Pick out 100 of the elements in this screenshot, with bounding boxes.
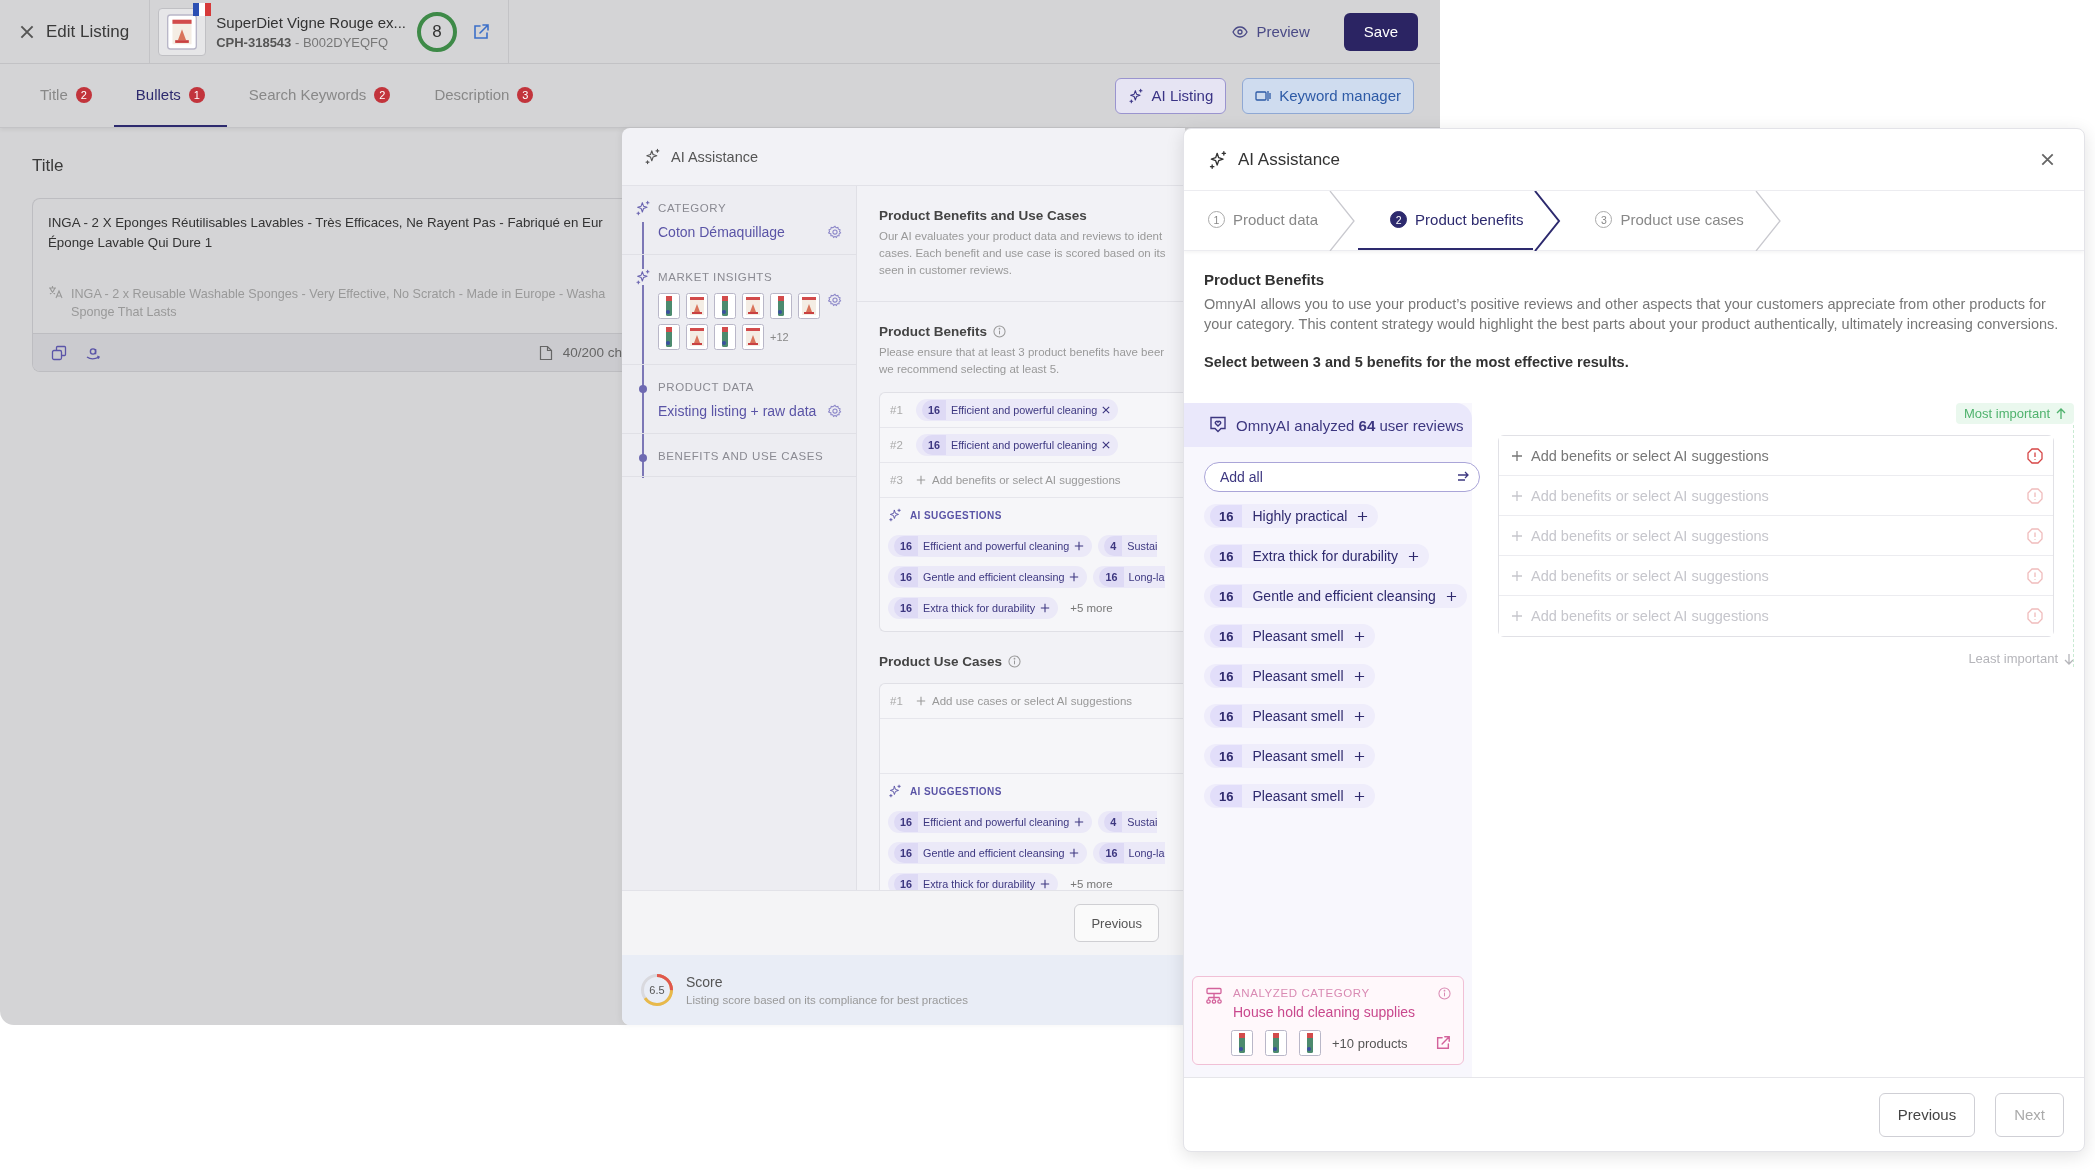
previous-button[interactable]: Previous	[1878, 1092, 1976, 1137]
arrow-icon	[1457, 470, 1471, 484]
suggestion-chip[interactable]: 16 Extra thick for durability	[888, 872, 1059, 890]
plus-icon	[1357, 510, 1369, 522]
step-tab[interactable]: 1 Product data	[1184, 191, 1329, 250]
dialog-title: AI Assistance	[1238, 149, 1341, 170]
review-icon	[1208, 415, 1228, 435]
suggestion-chip[interactable]: 16 Efficient and powerful cleaning	[888, 534, 1093, 557]
add-all-button[interactable]: Add all	[1204, 462, 1480, 492]
info-icon	[993, 325, 1006, 338]
tab[interactable]: Search Keywords 2	[226, 64, 413, 127]
settings-icon[interactable]	[828, 404, 842, 418]
plus-icon	[916, 696, 926, 706]
suggestion-chip[interactable]: 16 Extra thick for durability	[888, 596, 1059, 619]
category-label: ANALYZED CATEGORY	[1233, 987, 1371, 999]
more-count: +12	[770, 331, 790, 343]
warning-icon	[2027, 527, 2043, 544]
benefit-chip[interactable]: 16 Extra thick for durability	[1204, 544, 1429, 568]
step-tab[interactable]: 3 Product use cases	[1563, 191, 1754, 250]
description-line: Please ensure that at least 3 product benefits have beer	[879, 345, 1166, 360]
benefit-slot[interactable]: Add benefits or select AI suggestions	[1499, 436, 2053, 476]
character-counter: 40/200 ch	[562, 345, 622, 360]
close-icon[interactable]	[20, 24, 34, 39]
benefit-chip[interactable]: 16 Pleasant smell	[1204, 784, 1375, 808]
sparkle-icon	[635, 200, 651, 216]
info-icon	[1438, 987, 1451, 1000]
toolbar-button[interactable]: AI Listing	[1114, 77, 1227, 114]
section-heading: Product Benefits and Use Cases	[879, 208, 1088, 223]
score-description: Listing score based on its compliance for best practices	[686, 994, 968, 1006]
rank-label: #3	[890, 474, 904, 486]
plus-icon	[1353, 710, 1365, 722]
sparkle-icon	[1127, 87, 1144, 104]
selected-chip[interactable]: 16 Efficient and powerful cleaning	[916, 434, 1119, 456]
suggestion-chip[interactable]: 16 Long-la	[1093, 841, 1165, 864]
previous-button[interactable]: Previous	[1074, 904, 1159, 942]
remove-icon[interactable]	[1102, 441, 1111, 449]
plus-icon	[1069, 571, 1080, 582]
section-heading: Product Use Cases	[879, 654, 1003, 669]
suggestion-chip[interactable]: 4 Sustai	[1098, 810, 1158, 833]
sparkle-icon	[1208, 149, 1228, 170]
benefit-chip[interactable]: 16 Gentle and efficient cleansing	[1204, 584, 1467, 608]
product-name: SuperDiet Vigne Rouge ex...	[216, 13, 406, 31]
suggestion-chip[interactable]: 16 Efficient and powerful cleaning	[888, 810, 1093, 833]
step-dot	[639, 385, 647, 393]
suggestion-chip[interactable]: 16 Gentle and efficient cleansing	[888, 841, 1088, 864]
suggestion-chip[interactable]: 16 Long-la	[1093, 565, 1165, 588]
plus-icon	[1353, 750, 1365, 762]
reviews-summary: OmnyAI analyzed 64 user reviews	[1236, 416, 1464, 434]
description-line: Our AI evaluates your product data and reviews to ident	[879, 229, 1164, 244]
step-label: CATEGORY	[658, 202, 728, 214]
tab[interactable]: Title 2	[18, 64, 114, 127]
plus-icon	[1353, 670, 1365, 682]
more-link[interactable]: +5 more	[1070, 601, 1113, 614]
count-badge: 2	[374, 86, 391, 103]
description-line: cases. Each benefit and use case is scored based on its	[879, 246, 1167, 261]
suggestion-chip[interactable]: 4 Sustai	[1098, 534, 1158, 557]
translation-line: Sponge That Lasts	[71, 304, 178, 321]
step-label: PRODUCT DATA	[658, 381, 755, 393]
description: OmnyAI allows you to use your product’s positive reviews and other aspects that your customers appreciate from other products for your category. This content strategy would highlight the best parts about your product authentically, ultimately increasing conversions.	[1204, 295, 2060, 334]
external-link-icon[interactable]	[472, 22, 490, 41]
benefit-chip[interactable]: 16 Pleasant smell	[1204, 624, 1375, 648]
benefit-chip[interactable]: 16 Pleasant smell	[1204, 704, 1375, 728]
instruction: Select between 3 and 5 benefits for the most effective results.	[1204, 354, 1630, 370]
title-editor[interactable]	[32, 198, 622, 372]
suggestions-title: AI SUGGESTIONS	[910, 785, 1002, 797]
score-ring: 6.5	[640, 973, 674, 1007]
description-line: we recommend selecting at least 5.	[879, 362, 1061, 377]
plus-icon	[1353, 790, 1365, 802]
plus-icon	[1511, 569, 1523, 582]
arrow-up-icon	[2056, 407, 2066, 420]
save-button[interactable]: Save	[1343, 12, 1418, 51]
rank-label: #1	[890, 404, 904, 416]
toolbar-button[interactable]: Keyword manager	[1242, 77, 1414, 114]
settings-icon[interactable]	[828, 293, 842, 307]
tab[interactable]: Bullets 1	[113, 64, 227, 127]
most-important-label: Most important	[1956, 403, 2074, 424]
more-link[interactable]: +5 more	[1070, 877, 1113, 890]
warning-icon	[2027, 567, 2043, 584]
preview-button[interactable]: Preview	[1226, 22, 1316, 41]
step-tab[interactable]: 2 Product benefits	[1358, 191, 1534, 250]
eye-icon	[1232, 25, 1249, 38]
title-text-line: Éponge Lavable Qui Dure 1	[48, 234, 214, 252]
tab[interactable]: Description 3	[412, 64, 556, 127]
external-link-icon[interactable]	[1435, 1035, 1451, 1051]
remove-icon[interactable]	[1102, 406, 1111, 414]
suggestion-chip[interactable]: 16 Gentle and efficient cleansing	[888, 565, 1088, 588]
copy-icon[interactable]	[51, 344, 67, 361]
benefit-chip[interactable]: 16 Pleasant smell	[1204, 664, 1375, 688]
selected-chip[interactable]: 16 Efficient and powerful cleaning	[916, 399, 1119, 421]
step-value: Coton Démaquillage	[658, 224, 785, 240]
plus-icon	[1074, 816, 1085, 827]
plus-icon	[1511, 529, 1523, 542]
settings-icon[interactable]	[828, 225, 842, 239]
benefit-chip[interactable]: 16 Highly practical	[1204, 504, 1379, 528]
plus-icon	[1407, 550, 1419, 562]
plus-icon	[1069, 847, 1080, 858]
plus-icon	[1040, 878, 1051, 889]
plus-icon	[1511, 610, 1523, 622]
plus-icon	[1040, 602, 1051, 613]
benefit-chip[interactable]: 16 Pleasant smell	[1204, 744, 1375, 768]
